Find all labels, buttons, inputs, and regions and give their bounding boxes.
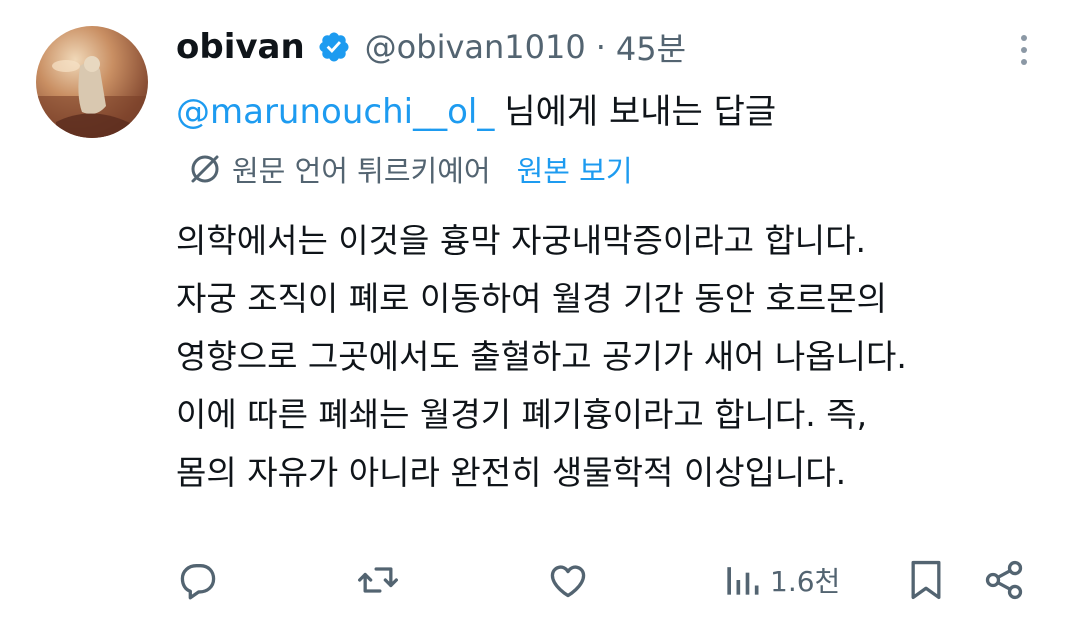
reply-icon <box>180 564 216 600</box>
avatar[interactable] <box>36 26 148 138</box>
views-button[interactable]: 1.6천 <box>722 552 840 608</box>
views-icon <box>727 567 759 595</box>
repost-button[interactable] <box>356 552 400 608</box>
share-button[interactable] <box>982 552 1026 608</box>
replying-to-line: @marunouchi__ol_ 님에게 보내는 답글 <box>176 84 776 133</box>
post-body-line: 자궁 조직이 폐로 이동하여 월경 기간 동안 호르몬의 <box>176 279 887 318</box>
post-time[interactable]: 45분 <box>616 24 686 70</box>
bookmark-button[interactable] <box>906 552 946 608</box>
reply-button[interactable] <box>176 552 220 608</box>
author-name[interactable]: obivan <box>176 27 305 67</box>
author-handle[interactable]: @obivan1010 <box>365 28 586 66</box>
separator-dot: · <box>595 28 606 66</box>
share-icon <box>985 560 1023 600</box>
views-count: 1.6천 <box>770 565 841 598</box>
verified-badge-icon <box>319 32 349 62</box>
like-button[interactable] <box>546 552 590 608</box>
show-original-link[interactable]: 원본 보기 <box>517 148 633 190</box>
bookmark-icon <box>911 560 941 600</box>
post-body-line: 영향으로 그곳에서도 출혈하고 공기가 새어 나옵니다. <box>176 337 907 376</box>
more-vertical-icon[interactable] <box>1012 30 1036 70</box>
like-icon <box>550 565 586 598</box>
reply-to-suffix: 님에게 보내는 답글 <box>504 92 777 132</box>
repost-icon <box>358 567 398 593</box>
reply-to-mention[interactable]: @marunouchi__ol_ <box>176 92 494 132</box>
action-bar: 1.6천 <box>0 552 1080 612</box>
translation-bar: 원문 언어 튀르키예어 원본 보기 <box>188 148 633 190</box>
post-body-line: 의학에서는 이것을 흉막 자궁내막증이라고 합니다. <box>176 221 867 260</box>
post-body-line: 이에 따른 폐쇄는 월경기 폐기흉이라고 합니다. 즉, <box>176 395 868 434</box>
post-header: obivan @obivan1010 · 45분 <box>176 22 686 72</box>
avatar-image <box>36 56 148 138</box>
translation-source-language: 원문 언어 튀르키예어 <box>232 154 491 188</box>
post-body: 의학에서는 이것을 흉막 자궁내막증이라고 합니다. 자궁 조직이 폐로 이동하… <box>176 212 1056 502</box>
post-body-line: 몸의 자유가 아니라 완전히 생물학적 이상입니다. <box>176 453 847 492</box>
translate-icon <box>191 155 219 183</box>
